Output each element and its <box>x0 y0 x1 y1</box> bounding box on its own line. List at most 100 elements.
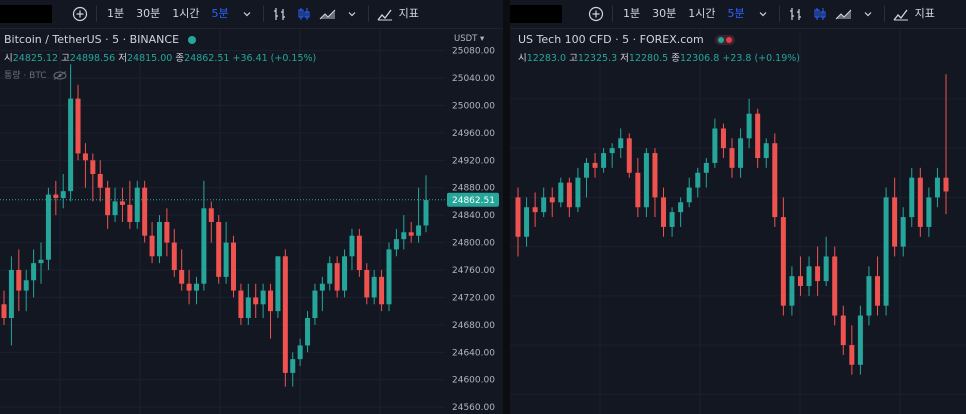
price-tick-label: 24680.00 <box>452 321 495 331</box>
redacted-symbol <box>0 5 52 23</box>
interval-30m-button[interactable]: 30분 <box>646 0 682 28</box>
indicators-button[interactable]: 지표 <box>397 0 425 28</box>
price-tick-label: 24640.00 <box>452 348 495 358</box>
candle-body <box>900 217 906 247</box>
chart-panel-right[interactable]: 1분 30분 1시간 5분 지표 US Tech 100 CFD · 5 · F… <box>510 0 966 414</box>
divider <box>262 6 264 22</box>
interval-1m-button[interactable]: 1분 <box>101 0 130 28</box>
close-label: 종 <box>671 53 680 64</box>
add-symbol-icon[interactable] <box>68 0 92 28</box>
chevron-down-icon[interactable] <box>235 0 259 28</box>
interval-1h-button[interactable]: 1시간 <box>682 0 721 28</box>
price-tick-label: 24720.00 <box>452 293 495 303</box>
toolbar-right: 1분 30분 1시간 5분 지표 <box>510 0 966 29</box>
area-style-icon[interactable] <box>832 0 856 28</box>
divider <box>778 6 780 22</box>
candle-style-icon[interactable] <box>808 0 832 28</box>
candle-body <box>8 270 14 318</box>
candle-body <box>119 201 125 205</box>
symbol-title[interactable]: US Tech 100 CFD · 5 · FOREX.com <box>518 33 704 46</box>
candle-body <box>408 232 414 236</box>
candle-body <box>245 297 251 318</box>
chevron-down-icon[interactable] <box>856 0 880 28</box>
candle-body <box>253 297 259 305</box>
interval-5m-button[interactable]: 5분 <box>206 0 235 28</box>
candle-body <box>238 290 244 318</box>
chevron-down-icon[interactable] <box>340 0 364 28</box>
area-style-icon[interactable] <box>316 0 340 28</box>
close-value: 12306.8 <box>679 53 720 64</box>
high-label: 고 <box>61 53 70 64</box>
candle-body <box>772 143 778 218</box>
candle-body <box>720 128 726 149</box>
price-tick-label: 24880.00 <box>452 184 495 194</box>
candle-body <box>216 222 222 277</box>
divider <box>367 6 369 22</box>
candle-body <box>549 197 555 203</box>
indicators-button[interactable]: 지표 <box>913 0 941 28</box>
candle-body <box>712 128 718 163</box>
interval-30m-button[interactable]: 30분 <box>130 0 166 28</box>
candle-body <box>105 187 111 216</box>
ohlc-values: 시12283.0 고12325.3 저12280.5 종12306.8 +23.… <box>518 50 800 64</box>
high-value: 12325.3 <box>577 53 618 64</box>
candle-body <box>661 197 667 227</box>
open-label: 시 <box>518 53 527 64</box>
low-label: 저 <box>118 53 127 64</box>
candle-body <box>23 280 29 291</box>
chart-panel-left[interactable]: 25080.00 25040.00 25000.00 24960.00 24920.00… <box>0 0 503 414</box>
candle-body <box>16 270 22 291</box>
interval-5m-button[interactable]: 5분 <box>722 0 751 28</box>
eye-hidden-icon[interactable] <box>53 71 67 80</box>
divider <box>96 6 97 22</box>
candle-body <box>379 276 385 305</box>
candle-body <box>45 194 51 260</box>
price-tick-label: 25040.00 <box>452 74 495 84</box>
price-tick-label: 24560.00 <box>452 403 495 413</box>
bar-style-icon[interactable] <box>268 0 292 28</box>
add-symbol-icon[interactable] <box>584 0 608 28</box>
candle-body <box>1 304 7 318</box>
interval-1m-button[interactable]: 1분 <box>617 0 646 28</box>
candle-body <box>282 256 288 373</box>
candle-body <box>75 98 81 154</box>
candle-body <box>319 283 325 291</box>
indicators-icon[interactable] <box>889 0 913 28</box>
candle-body <box>156 222 162 257</box>
candle-body <box>142 187 148 236</box>
candle-body <box>558 182 564 203</box>
price-tick-label: 25080.00 <box>452 47 495 57</box>
last-price-label: 24862.51 <box>452 196 495 206</box>
high-value: 24898.56 <box>69 53 116 64</box>
candle-body <box>609 148 615 154</box>
toolbar-left: 1분 30분 1시간 5분 지표 <box>0 0 503 29</box>
candle-style-icon[interactable] <box>292 0 316 28</box>
candle-body <box>806 266 812 286</box>
candle-body <box>68 98 74 192</box>
currency-label: USDT ▾ <box>454 34 485 44</box>
candle-body <box>729 148 735 168</box>
symbol-title[interactable]: Bitcoin / TetherUS · 5 · BINANCE <box>4 33 179 46</box>
candle-body <box>127 204 133 222</box>
indicators-icon[interactable] <box>373 0 397 28</box>
bar-style-icon[interactable] <box>784 0 808 28</box>
candle-body <box>164 222 170 243</box>
high-label: 고 <box>569 53 578 64</box>
candle-body <box>231 242 237 291</box>
candle-body <box>738 138 744 168</box>
market-closed-dot <box>726 37 733 43</box>
candle-body <box>356 235 362 270</box>
legend-right: US Tech 100 CFD · 5 · FOREX.com 시12283.0… <box>518 33 800 64</box>
price-tick-label: 25000.00 <box>452 101 495 111</box>
candle-body <box>583 162 589 178</box>
divider <box>883 6 885 22</box>
candle-body <box>201 208 207 284</box>
candle-body <box>171 242 177 270</box>
chevron-down-icon[interactable] <box>751 0 775 28</box>
candle-body <box>703 162 709 173</box>
change-value: +23.8 (+0.19%) <box>722 53 800 64</box>
interval-1h-button[interactable]: 1시간 <box>166 0 205 28</box>
candle-body <box>832 256 838 316</box>
candle-body <box>789 276 795 306</box>
volume-label: 통량 · BTC <box>4 71 47 81</box>
